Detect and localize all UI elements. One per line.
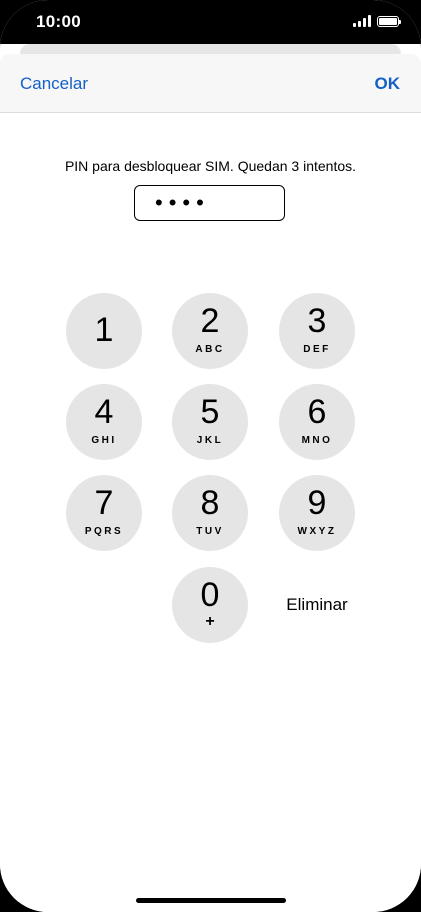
key-8[interactable]: 8 TUV xyxy=(172,475,248,551)
key-digit: 5 xyxy=(200,393,220,431)
battery-icon xyxy=(377,15,401,27)
key-3[interactable]: 3 DEF xyxy=(279,293,355,369)
key-letters: TUV xyxy=(196,526,224,537)
key-2[interactable]: 2 ABC xyxy=(172,293,248,369)
status-icons xyxy=(353,15,401,27)
key-letters: DEF xyxy=(303,344,331,355)
key-7[interactable]: 7 PQRS xyxy=(66,475,142,551)
signal-bars-icon xyxy=(353,15,371,27)
key-digit: 4 xyxy=(94,393,114,431)
status-bar: 10:00 xyxy=(0,0,421,44)
battery-level xyxy=(379,17,397,25)
key-plus: + xyxy=(205,613,215,630)
key-digit: 0 xyxy=(200,576,220,614)
pin-entry-sheet: Cancelar OK PIN para desbloquear SIM. Qu… xyxy=(0,54,421,912)
key-digit: 7 xyxy=(94,484,114,522)
key-letters: GHI xyxy=(91,435,117,446)
key-0[interactable]: 0 + xyxy=(172,567,248,643)
key-6[interactable]: 6 MNO xyxy=(279,384,355,460)
key-digit: 9 xyxy=(307,484,327,522)
key-digit: 1 xyxy=(94,311,114,349)
status-time: 10:00 xyxy=(36,12,81,31)
pin-input[interactable]: •••• xyxy=(134,185,285,221)
key-letters: MNO xyxy=(301,435,333,446)
home-indicator[interactable] xyxy=(136,898,286,903)
key-digit: 2 xyxy=(200,302,220,340)
notch xyxy=(108,0,314,30)
delete-button[interactable]: Eliminar xyxy=(279,595,355,615)
key-letters: PQRS xyxy=(84,526,124,537)
key-letters: ABC xyxy=(195,344,225,355)
cancel-button[interactable]: Cancelar xyxy=(20,74,88,94)
key-digit: 6 xyxy=(307,393,327,431)
key-9[interactable]: 9 WXYZ xyxy=(279,475,355,551)
navigation-bar: Cancelar OK xyxy=(0,54,421,113)
phone-screen: 10:00 Cancelar OK PIN para desbloquear S… xyxy=(0,0,421,912)
key-letters: WXYZ xyxy=(297,526,337,537)
key-digit: 8 xyxy=(200,484,220,522)
key-4[interactable]: 4 GHI xyxy=(66,384,142,460)
key-digit: 3 xyxy=(307,302,327,340)
ok-button[interactable]: OK xyxy=(375,74,401,94)
key-5[interactable]: 5 JKL xyxy=(172,384,248,460)
pin-prompt: PIN para desbloquear SIM. Quedan 3 inten… xyxy=(64,158,357,174)
key-letters: JKL xyxy=(196,435,224,446)
key-1[interactable]: 1 xyxy=(66,293,142,369)
